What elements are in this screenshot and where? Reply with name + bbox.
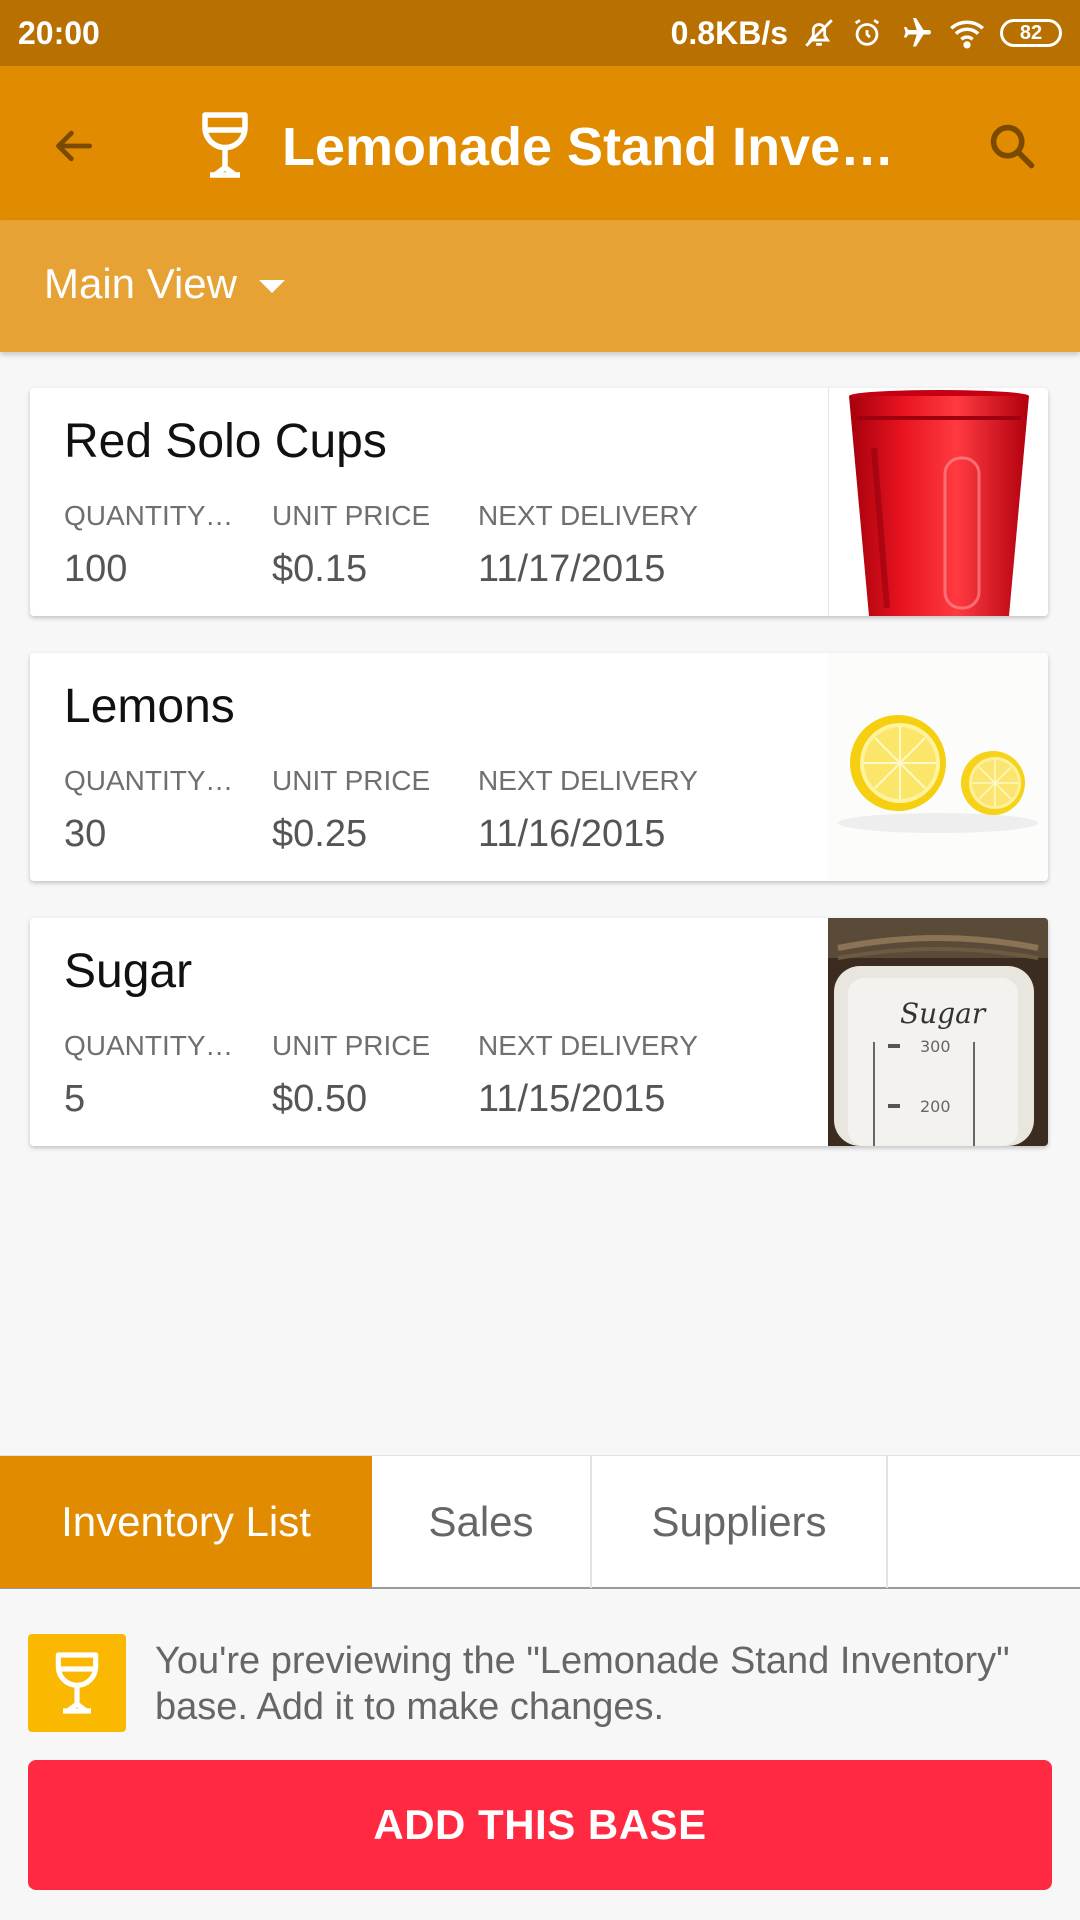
field-value: 11/16/2015 [478, 813, 666, 855]
unit-price-field: UNIT PRICE $0.50 [272, 1030, 442, 1121]
sugar-jar-image: Sugar 300 200 [828, 918, 1048, 1146]
field-label: QUANTITY I… [64, 500, 236, 531]
svg-text:Sugar: Sugar [900, 997, 987, 1030]
field-label: NEXT DELIVERY [478, 1030, 698, 1061]
caret-down-icon [258, 279, 285, 293]
goblet-icon [28, 1634, 126, 1732]
unit-price-field: UNIT PRICE $0.15 [272, 500, 442, 591]
quantity-field: QUANTITY I… 5 [64, 1030, 236, 1121]
tab-empty [888, 1456, 1080, 1588]
record-card[interactable]: Lemons QUANTITY I… 30 UNIT PRICE $0.25 N… [30, 653, 1048, 881]
airplane-icon [898, 15, 934, 51]
record-card[interactable]: Sugar QUANTITY I… 5 UNIT PRICE $0.50 NEX… [30, 918, 1048, 1146]
quantity-field: QUANTITY I… 30 [64, 765, 236, 856]
next-delivery-field: NEXT DELIVERY 11/16/2015 [478, 765, 708, 856]
arrow-left-icon [56, 130, 93, 162]
view-bar: Main View [0, 220, 1080, 352]
tab-suppliers[interactable]: Suppliers [592, 1456, 888, 1588]
view-label: Main View [44, 260, 237, 307]
preview-banner: You're previewing the "Lemonade Stand In… [0, 1590, 1080, 1920]
field-value: $0.25 [272, 813, 368, 855]
search-icon [990, 124, 1035, 169]
tab-inventory-list[interactable]: Inventory List [0, 1456, 372, 1588]
field-value: 11/15/2015 [478, 1078, 666, 1120]
alarm-icon [850, 16, 884, 50]
app-title: Lemonade Stand Invent… [282, 117, 922, 177]
field-label: QUANTITY I… [64, 1030, 236, 1061]
field-label: NEXT DELIVERY [478, 765, 698, 796]
preview-message: You're previewing the "Lemonade Stand In… [155, 1640, 1010, 1728]
network-speed: 0.8KB/s [670, 14, 788, 51]
field-value: 30 [64, 813, 107, 855]
status-bar: 20:00 0.8KB/s 82 [0, 0, 1080, 66]
status-icons: 0.8KB/s 82 [671, 15, 1062, 52]
next-delivery-field: NEXT DELIVERY 11/17/2015 [478, 500, 708, 591]
svg-text:200: 200 [920, 1097, 951, 1116]
field-label: NEXT DELIVERY [478, 500, 698, 531]
red-cup-image [828, 388, 1048, 616]
field-label: QUANTITY I… [64, 765, 236, 796]
unit-price-field: UNIT PRICE $0.25 [272, 765, 442, 856]
record-name: Lemons [64, 680, 235, 733]
field-value: 100 [64, 548, 128, 590]
battery-indicator: 82 [1000, 19, 1062, 47]
record-card[interactable]: Red Solo Cups QUANTITY I… 100 UNIT PRICE… [30, 388, 1048, 616]
lemon-image [828, 653, 1048, 881]
view-selector[interactable]: Main View [44, 260, 285, 308]
tab-sales[interactable]: Sales [372, 1456, 592, 1588]
wifi-icon [948, 17, 986, 49]
record-name: Red Solo Cups [64, 415, 387, 468]
field-label: UNIT PRICE [272, 765, 431, 796]
status-time: 20:00 [18, 14, 100, 51]
quantity-field: QUANTITY I… 100 [64, 500, 236, 591]
app-bar: Lemonade Stand Invent… [0, 66, 1080, 220]
field-value: 5 [64, 1078, 86, 1120]
field-label: UNIT PRICE [272, 1030, 431, 1061]
field-label: UNIT PRICE [272, 500, 431, 531]
field-value: 11/17/2015 [478, 548, 666, 590]
tab-bar: Inventory List Sales Suppliers [0, 1455, 1080, 1589]
back-button[interactable] [40, 116, 110, 176]
add-base-button[interactable]: ADD THIS BASE [28, 1760, 1052, 1890]
field-value: $0.15 [272, 548, 368, 590]
search-button[interactable] [980, 114, 1044, 178]
bell-off-icon [802, 16, 836, 50]
record-name: Sugar [64, 945, 193, 998]
field-value: $0.50 [272, 1078, 368, 1120]
goblet-icon [195, 110, 255, 180]
svg-text:300: 300 [920, 1037, 951, 1056]
next-delivery-field: NEXT DELIVERY 11/15/2015 [478, 1030, 708, 1121]
